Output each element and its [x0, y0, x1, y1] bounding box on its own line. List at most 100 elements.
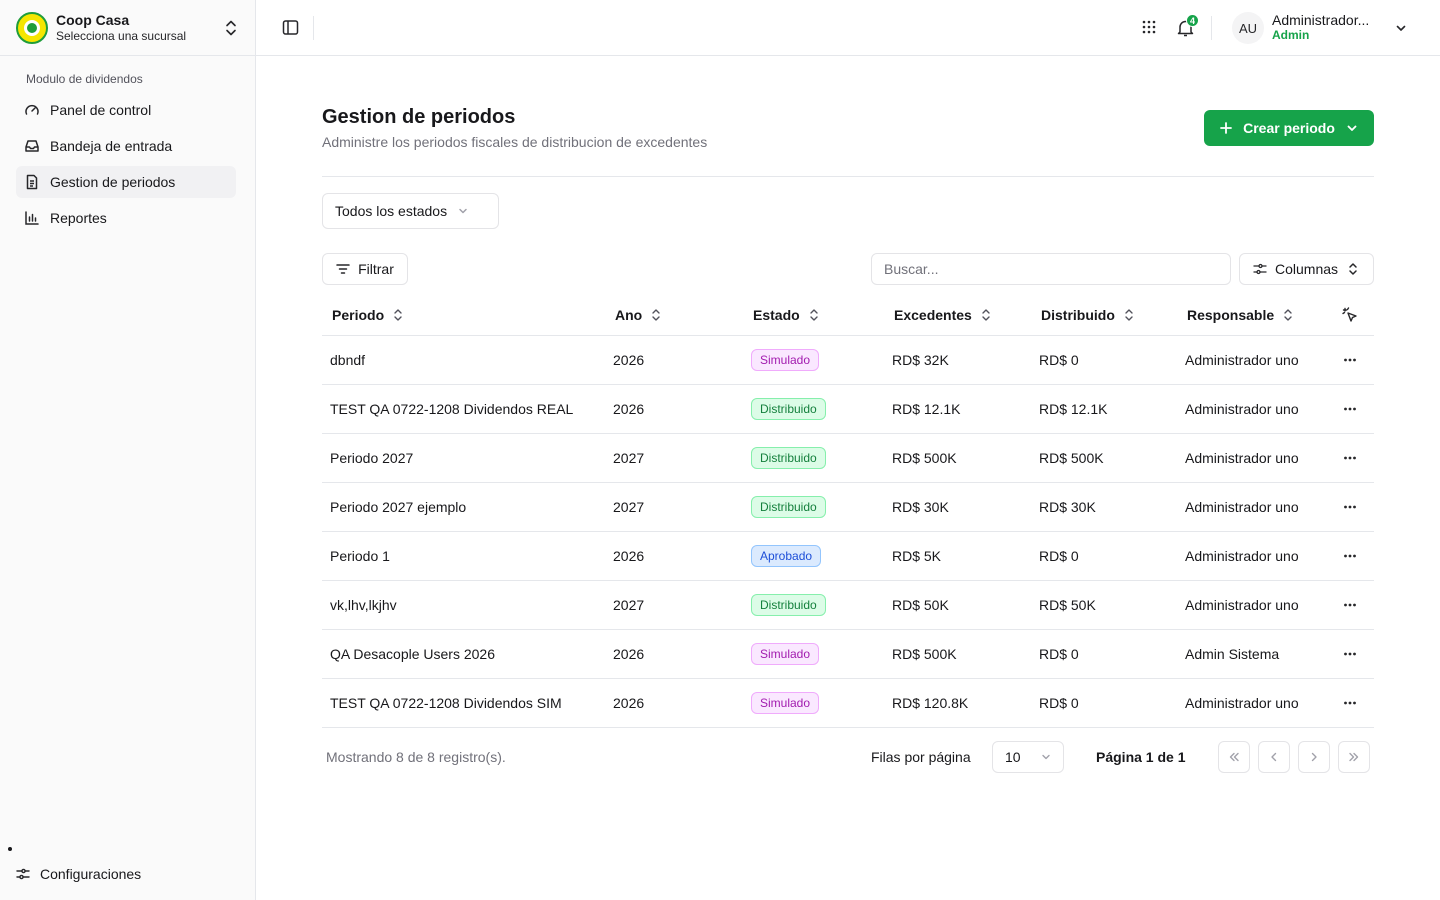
column-header-periodo[interactable]: Periodo: [332, 307, 404, 323]
create-period-label: Crear periodo: [1243, 120, 1335, 136]
cell-excedentes: RD$ 50K: [892, 597, 949, 613]
column-header-excedentes[interactable]: Excedentes: [894, 307, 992, 323]
status-select[interactable]: Todos los estados: [322, 193, 499, 229]
cell-ano: 2027: [613, 597, 645, 613]
rows-per-page-select[interactable]: 10: [992, 741, 1064, 773]
table-row[interactable]: QA Desacople Users 2026 2026 Simulado RD…: [322, 630, 1374, 679]
status-badge: Simulado: [751, 692, 820, 714]
more-horizontal-icon[interactable]: [1342, 450, 1358, 466]
filter-button[interactable]: Filtrar: [322, 253, 408, 285]
table-row[interactable]: vk,lhv,lkjhv 2027 Distribuido RD$ 50K RD…: [322, 581, 1374, 630]
more-horizontal-icon[interactable]: [1342, 401, 1358, 417]
status-badge: Simulado: [751, 643, 820, 665]
sidebar-item-panel[interactable]: Panel de control: [16, 94, 236, 126]
table-row[interactable]: Periodo 1 2026 Aprobado RD$ 5K RD$ 0 Adm…: [322, 532, 1374, 581]
cell-distribuido: RD$ 12.1K: [1039, 401, 1108, 417]
rows-per-page-value: 10: [1005, 749, 1021, 765]
cell-responsable: Administrador uno: [1185, 695, 1299, 711]
periods-table: Periodo Ano Estado Excedentes Distribuid…: [322, 295, 1374, 728]
cell-distribuido: RD$ 0: [1039, 548, 1079, 564]
filter-lines-icon: [336, 264, 350, 274]
cell-periodo: Periodo 2027 ejemplo: [330, 499, 467, 515]
cell-ano: 2027: [613, 499, 645, 515]
cell-excedentes: RD$ 32K: [892, 352, 949, 368]
cell-periodo: TEST QA 0722-1208 Dividendos SIM: [330, 695, 562, 711]
table-body: dbndf 2026 Simulado RD$ 32K RD$ 0 Admini…: [322, 336, 1374, 728]
rows-per-page-label: Filas por página: [871, 749, 971, 765]
chevron-down-icon: [459, 208, 467, 214]
table-row[interactable]: dbndf 2026 Simulado RD$ 32K RD$ 0 Admini…: [322, 336, 1374, 385]
sort-icon: [394, 309, 402, 321]
apps-grid-icon[interactable]: [1142, 20, 1156, 34]
sidebar-item-reports[interactable]: Reportes: [16, 202, 236, 234]
sidebar-item-label: Bandeja de entrada: [50, 138, 173, 154]
more-horizontal-icon[interactable]: [1342, 352, 1358, 368]
cell-periodo: QA Desacople Users 2026: [330, 646, 495, 662]
columns-button[interactable]: Columnas: [1239, 253, 1374, 285]
sort-icon: [982, 309, 990, 321]
sort-icon: [652, 309, 660, 321]
previous-page-button[interactable]: [1258, 741, 1290, 773]
sidebar-item-inbox[interactable]: Bandeja de entrada: [16, 130, 236, 162]
sidebar-item-settings[interactable]: Configuraciones: [16, 866, 141, 882]
column-header-responsable[interactable]: Responsable: [1187, 307, 1294, 323]
column-header-distribuido[interactable]: Distribuido: [1041, 307, 1135, 323]
sort-icon: [1284, 309, 1292, 321]
user-name[interactable]: Administrador...: [1272, 12, 1369, 28]
more-horizontal-icon[interactable]: [1342, 695, 1358, 711]
sidebar-nav: Panel de control Bandeja de entrada Gest…: [16, 94, 236, 238]
sparkle-pointer-icon[interactable]: [1342, 307, 1358, 323]
table-row[interactable]: TEST QA 0722-1208 Dividendos REAL 2026 D…: [322, 385, 1374, 434]
column-header-ano[interactable]: Ano: [615, 307, 662, 323]
cell-ano: 2026: [613, 548, 645, 564]
cell-responsable: Administrador uno: [1185, 401, 1299, 417]
bar-chart-icon: [25, 211, 39, 225]
cell-ano: 2026: [613, 646, 645, 662]
more-horizontal-icon[interactable]: [1342, 548, 1358, 564]
settings-label: Configuraciones: [40, 866, 142, 882]
cell-responsable: Administrador uno: [1185, 499, 1299, 515]
table-row[interactable]: TEST QA 0722-1208 Dividendos SIM 2026 Si…: [322, 679, 1374, 728]
first-page-button[interactable]: [1218, 741, 1250, 773]
table-row[interactable]: Periodo 2027 2027 Distribuido RD$ 500K R…: [322, 434, 1374, 483]
create-period-button[interactable]: Crear periodo: [1204, 110, 1374, 146]
sidebar-section-label: Modulo de dividendos: [26, 72, 143, 86]
sidebar-toggle-icon[interactable]: [282, 19, 299, 36]
sidebar-item-label: Gestion de periodos: [50, 174, 176, 190]
more-horizontal-icon[interactable]: [1342, 499, 1358, 515]
header-divider: [322, 176, 1374, 177]
column-header-estado[interactable]: Estado: [753, 307, 820, 323]
status-badge: Simulado: [751, 349, 820, 371]
status-badge: Distribuido: [751, 496, 826, 518]
notification-badge: 4: [1186, 14, 1199, 27]
coop-logo: [16, 11, 48, 44]
chevron-down-icon[interactable]: [1394, 21, 1408, 35]
last-page-button[interactable]: [1338, 741, 1370, 773]
more-horizontal-icon[interactable]: [1342, 646, 1358, 662]
more-horizontal-icon[interactable]: [1342, 597, 1358, 613]
cell-excedentes: RD$ 30K: [892, 499, 949, 515]
branch-switcher[interactable]: Coop Casa Selecciona una sucursal: [0, 0, 255, 56]
sidebar: Coop Casa Selecciona una sucursal Modulo…: [0, 0, 256, 900]
filter-label: Filtrar: [358, 261, 394, 277]
brand-subtitle: Selecciona una sucursal: [56, 28, 187, 43]
topbar: 4 AU Administrador... Admin: [256, 0, 1440, 56]
cell-periodo: vk,lhv,lkjhv: [330, 597, 397, 613]
sidebar-item-periods[interactable]: Gestion de periodos: [16, 166, 236, 198]
search-input[interactable]: [871, 253, 1231, 285]
sort-icon: [1125, 309, 1133, 321]
cell-distribuido: RD$ 0: [1039, 646, 1079, 662]
cell-responsable: Administrador uno: [1185, 548, 1299, 564]
avatar[interactable]: AU: [1232, 12, 1264, 44]
next-page-button[interactable]: [1298, 741, 1330, 773]
status-badge: Distribuido: [751, 398, 826, 420]
cell-distribuido: RD$ 500K: [1039, 450, 1104, 466]
chevrons-up-down-icon: [1349, 263, 1357, 275]
page-title: Gestion de periodos: [322, 106, 516, 128]
table-row[interactable]: Periodo 2027 ejemplo 2027 Distribuido RD…: [322, 483, 1374, 532]
cell-responsable: Administrador uno: [1185, 352, 1299, 368]
cell-periodo: dbndf: [330, 352, 366, 368]
page-indicator: Página 1 de 1: [1096, 749, 1186, 765]
chevron-down-icon: [1347, 125, 1357, 131]
cell-responsable: Admin Sistema: [1185, 646, 1280, 662]
